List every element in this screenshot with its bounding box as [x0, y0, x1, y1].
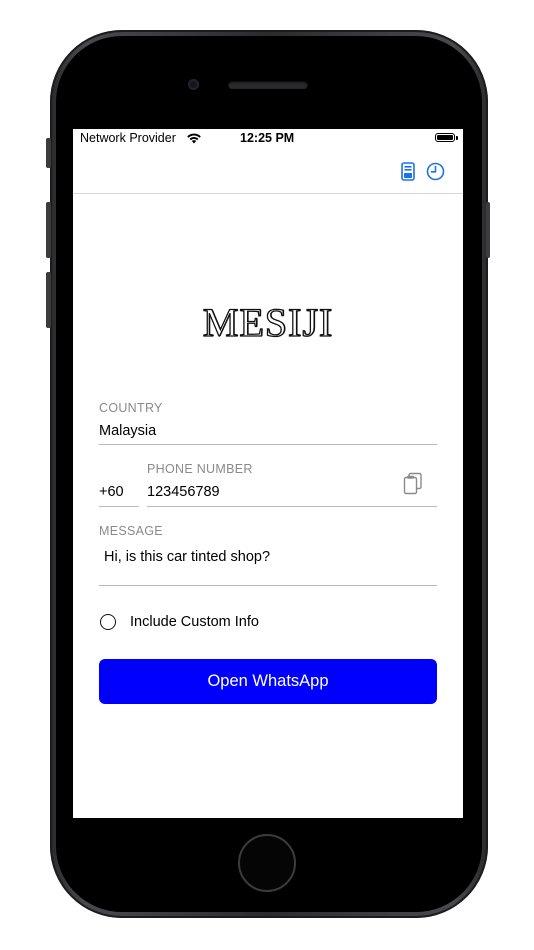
front-camera	[188, 79, 199, 90]
country-select[interactable]: Malaysia	[99, 423, 156, 439]
country-code-underline	[99, 506, 139, 507]
card-icon[interactable]	[397, 160, 419, 182]
navigation-bar	[73, 149, 463, 194]
status-time: 12:25 PM	[240, 131, 295, 145]
phone-number-field[interactable]: 123456789	[147, 484, 220, 500]
carrier-name: Network Provider	[80, 131, 176, 145]
phone-number-label: PHONE NUMBER	[147, 462, 253, 476]
status-bar: Network Provider 12:25 PM	[73, 129, 463, 149]
include-custom-info-label[interactable]: Include Custom Info	[130, 614, 259, 630]
battery-icon	[435, 133, 455, 142]
home-button[interactable]	[238, 834, 296, 892]
country-label: COUNTRY	[99, 401, 163, 415]
app-screen: Network Provider 12:25 PM MESIJI COUNTRY…	[73, 129, 463, 818]
message-underline	[99, 585, 437, 586]
volume-down-button	[46, 272, 51, 328]
paste-clipboard-icon[interactable]	[402, 472, 424, 496]
message-textarea[interactable]: Hi, is this car tinted shop?	[104, 549, 270, 565]
open-whatsapp-button[interactable]: Open WhatsApp	[99, 659, 437, 704]
message-label: MESSAGE	[99, 524, 163, 538]
mute-switch	[46, 138, 51, 168]
history-clock-icon[interactable]	[424, 160, 446, 182]
wifi-icon	[187, 133, 201, 144]
include-custom-info-radio[interactable]	[100, 614, 116, 630]
power-button	[486, 202, 490, 258]
country-code-field[interactable]: +60	[99, 484, 124, 500]
phone-number-underline	[147, 506, 437, 507]
battery-tip	[456, 136, 458, 140]
app-logo: MESIJI	[202, 299, 334, 345]
country-underline	[99, 444, 437, 445]
earpiece-speaker	[228, 81, 308, 89]
volume-up-button	[46, 202, 51, 258]
